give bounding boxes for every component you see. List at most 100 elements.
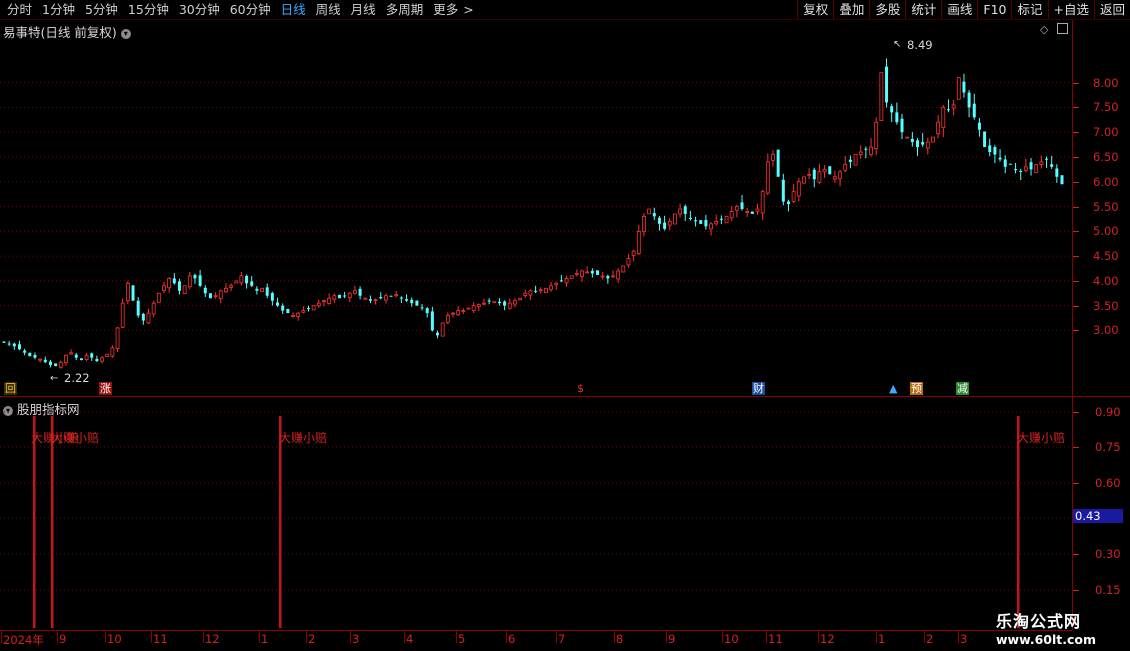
candle [172, 273, 176, 285]
toolbar-button[interactable]: 叠加 [833, 0, 869, 19]
indicator-tick-label: 0.15 [1095, 583, 1121, 597]
event-badge[interactable]: 财 [752, 382, 765, 395]
toolbar-button[interactable]: 画线 [941, 0, 977, 19]
candle [802, 176, 806, 184]
event-badge[interactable]: 回 [4, 382, 17, 395]
date-tick-mark [666, 631, 667, 643]
candlestick-chart[interactable]: 8.49↖2.22← [0, 20, 1072, 396]
candle [425, 306, 429, 318]
indicator-chart[interactable] [0, 398, 1072, 630]
period-tab[interactable]: 60分钟 [225, 1, 276, 18]
candle [224, 283, 228, 293]
date-tick-label: 5 [458, 632, 466, 646]
candle [399, 296, 403, 304]
candle [507, 298, 512, 310]
candle [286, 308, 290, 314]
indicator-tick-mark [1073, 412, 1079, 413]
candle [652, 207, 656, 220]
candle [611, 270, 615, 278]
toolbar-button[interactable]: F10 [977, 0, 1011, 19]
candle [38, 358, 43, 363]
candle [791, 183, 796, 204]
candle [549, 281, 553, 292]
toolbar-button[interactable]: 标记 [1011, 0, 1047, 19]
period-tab[interactable]: 更多 [428, 1, 463, 18]
candle [812, 167, 816, 188]
candle [389, 295, 393, 297]
period-tab[interactable]: 5分钟 [80, 1, 123, 18]
candle [606, 274, 610, 284]
candle [384, 293, 388, 304]
date-tick-label: 3 [960, 632, 968, 646]
date-tick-mark [105, 631, 106, 643]
candle [921, 133, 925, 147]
candle [1045, 156, 1049, 168]
candle [998, 149, 1002, 162]
candle [1034, 163, 1039, 173]
event-badge[interactable]: 减 [956, 382, 969, 395]
candle [430, 306, 434, 332]
candle [885, 58, 889, 108]
event-badge[interactable]: 涨 [99, 382, 112, 395]
date-tick-label: 1 [878, 632, 886, 646]
period-tab[interactable]: 分时 [2, 1, 37, 18]
toolbar-button[interactable]: +自选 [1047, 0, 1094, 19]
price-axis[interactable]: 8.00 7.50 7.00 6.50 6.00 5.50 5.00 4.50 4.00 3.50… [1072, 20, 1130, 630]
date-tick-label: 10 [724, 632, 739, 646]
candle [492, 301, 497, 304]
period-tab[interactable]: 多周期 [381, 1, 429, 18]
date-tick-mark [722, 631, 723, 643]
main-chart-panel[interactable]: 易事特(日线 前复权) ▾ ◇ 8.49 ↖ 2.22 ← 回涨 $ 财 ▲ 预减 [0, 20, 1072, 396]
period-tab[interactable]: 日线 [276, 1, 311, 18]
period-tab[interactable]: 30分钟 [174, 1, 225, 18]
date-tick-label: 6 [508, 632, 516, 646]
candle [544, 287, 548, 294]
more-arrow-icon[interactable]: > [463, 1, 475, 18]
candle [636, 224, 641, 255]
panel-divider[interactable] [0, 396, 1072, 397]
period-tab[interactable]: 月线 [346, 1, 381, 18]
high-price-label: 8.49 [907, 38, 933, 52]
date-tick-mark [151, 631, 152, 643]
watermark: 乐淘公式网 www.60lt.com [996, 608, 1106, 647]
candle [879, 72, 884, 121]
date-tick-mark [259, 631, 260, 643]
period-tab[interactable]: 15分钟 [123, 1, 174, 18]
signal-bar [33, 416, 36, 628]
candle [554, 282, 559, 291]
indicator-panel[interactable]: ▾ 股朋指标网 大赚小赔 大赚小赔 大赚小赔 大赚小赔 [0, 398, 1072, 630]
candle [203, 285, 207, 297]
price-tick-mark [1073, 156, 1079, 158]
candle [337, 294, 341, 299]
candle [311, 305, 316, 311]
candle [523, 289, 528, 298]
period-tab[interactable]: 1分钟 [37, 1, 80, 18]
toolbar-button[interactable]: 复权 [797, 0, 833, 19]
event-badge[interactable]: $ [576, 382, 585, 395]
candle [456, 306, 461, 316]
candle [270, 291, 274, 306]
candle [497, 298, 501, 306]
date-tick-label: 10 [107, 632, 122, 646]
candle [33, 352, 37, 360]
candle [260, 287, 264, 293]
candle [7, 340, 11, 347]
toolbar-button[interactable]: 统计 [905, 0, 941, 19]
toolbar-button[interactable]: 返回 [1093, 0, 1130, 19]
price-tick-label: 3.00 [1093, 323, 1119, 338]
candle [574, 269, 579, 277]
candle [750, 211, 754, 214]
candle [967, 89, 971, 118]
period-tab[interactable]: 周线 [311, 1, 346, 18]
candle [162, 281, 166, 293]
price-tick-label: 7.50 [1093, 100, 1119, 115]
toolbar-button[interactable]: 多股 [869, 0, 905, 19]
candle [853, 154, 858, 166]
event-badge[interactable]: 预 [910, 382, 923, 395]
candle [765, 153, 770, 195]
signal-bar [279, 416, 282, 628]
event-badge[interactable]: ▲ [888, 382, 899, 395]
candle [734, 204, 739, 218]
candle [663, 215, 667, 231]
candle [445, 312, 450, 325]
